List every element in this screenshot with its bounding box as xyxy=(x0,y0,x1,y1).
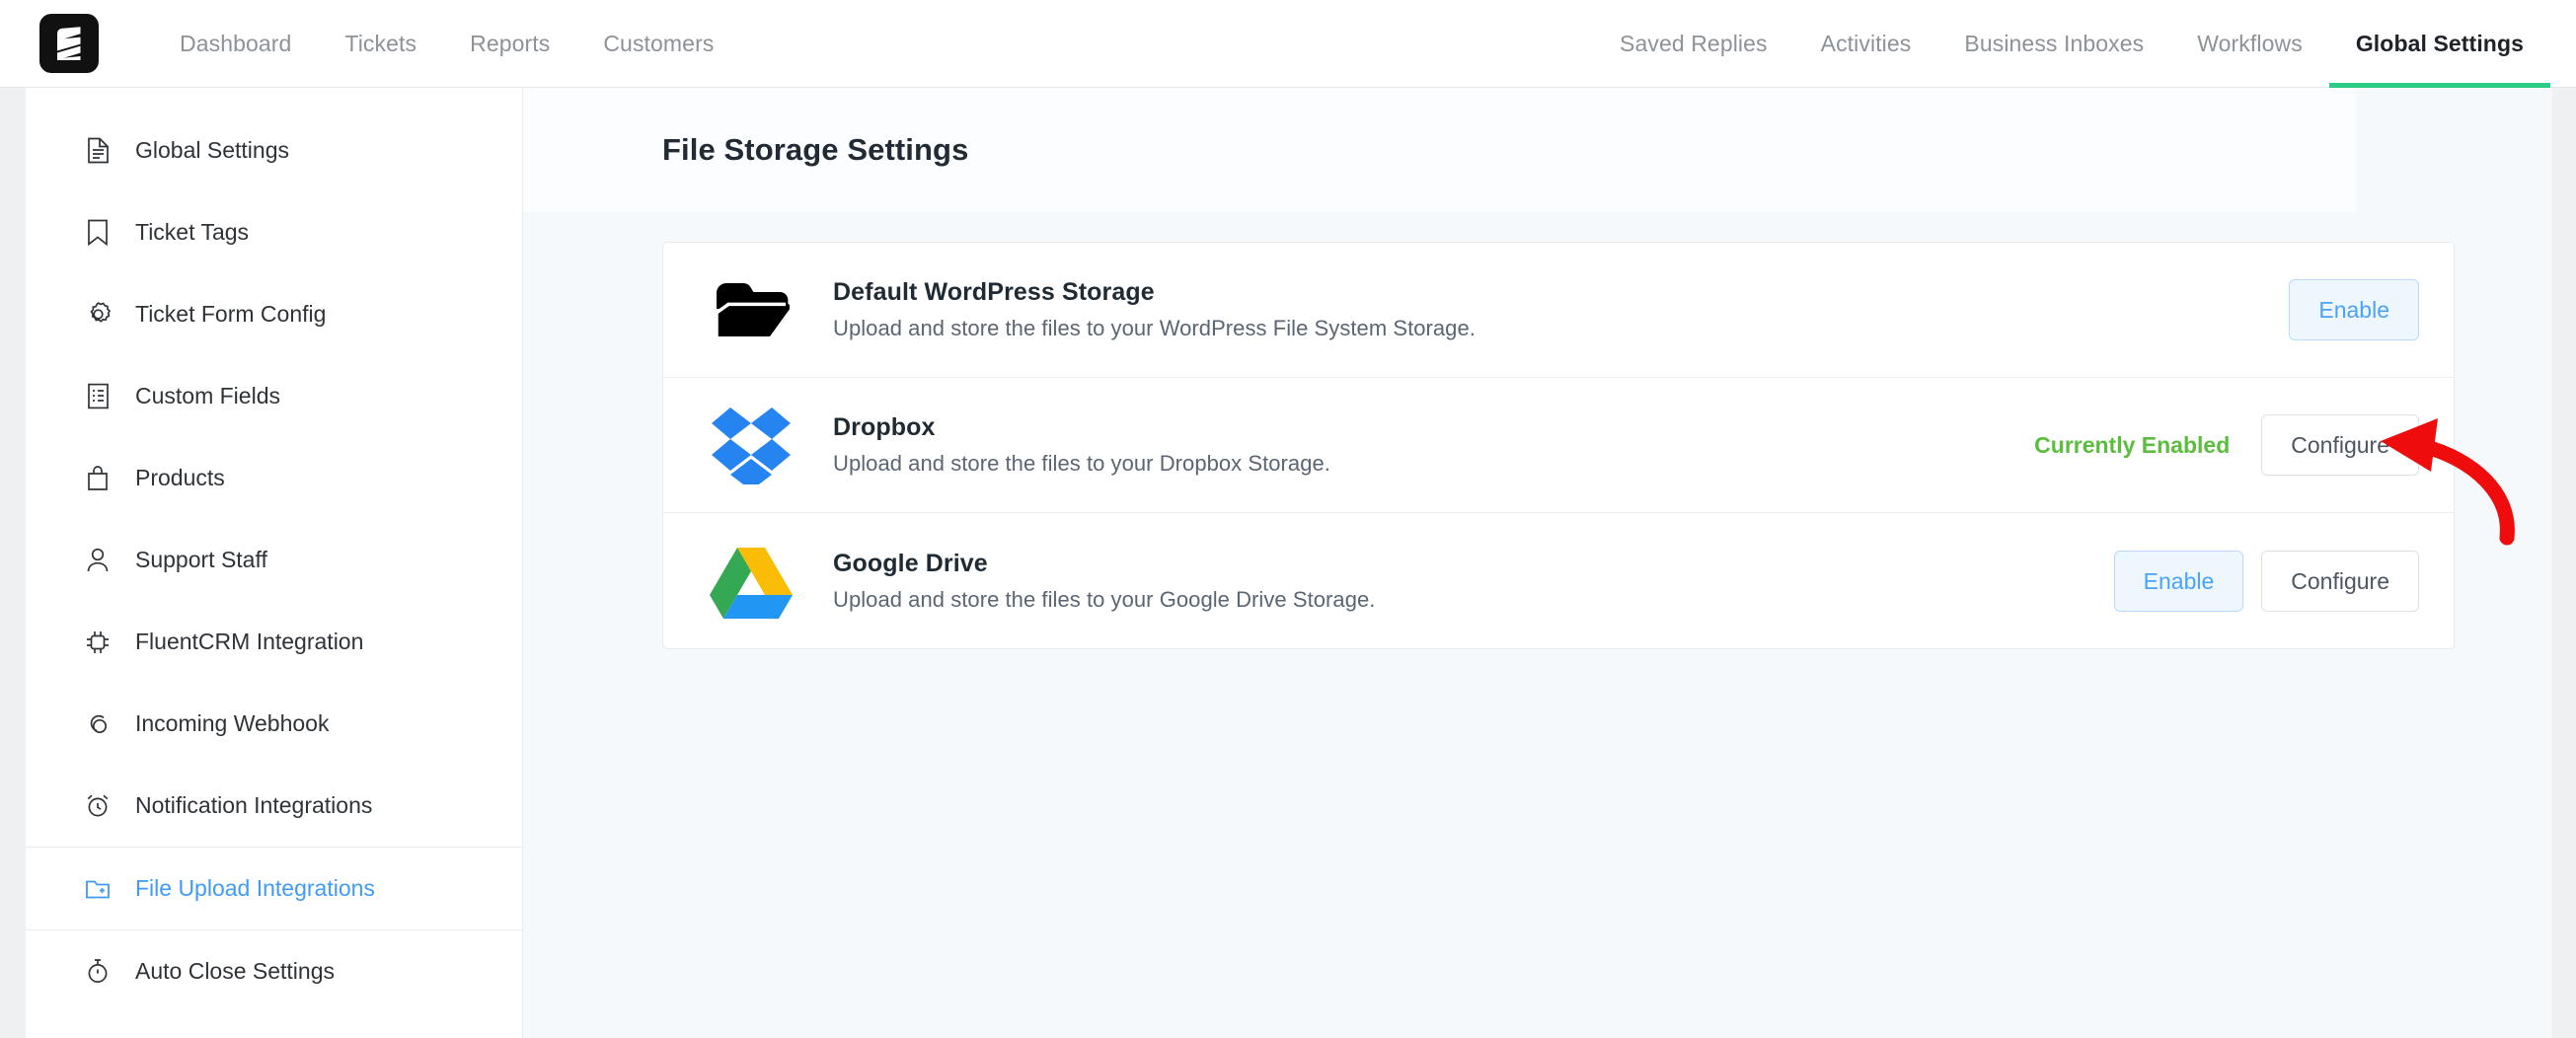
sidebar-item-incoming-webhook[interactable]: Incoming Webhook xyxy=(26,683,522,765)
folder-plus-icon xyxy=(82,874,114,904)
sidebar-item-global-settings[interactable]: Global Settings xyxy=(26,110,522,191)
nav-item-workflows[interactable]: Workflows xyxy=(2170,0,2329,88)
configure-button[interactable]: Configure xyxy=(2261,550,2419,612)
storage-row-text: Google Drive Upload and store the files … xyxy=(833,550,2114,613)
storage-row-actions: Currently Enabled Configure xyxy=(2034,414,2419,476)
sidebar-item-label: File Upload Integrations xyxy=(135,875,375,901)
configure-button[interactable]: Configure xyxy=(2261,414,2419,476)
storage-title: Dropbox xyxy=(833,413,936,441)
fluent-support-logo-icon[interactable] xyxy=(39,14,99,73)
storage-row-text: Dropbox Upload and store the files to yo… xyxy=(833,413,2034,477)
sidebar-item-ticket-form-config[interactable]: Ticket Form Config xyxy=(26,273,522,355)
storage-row-actions: Enable Configure xyxy=(2113,550,2419,612)
nav-item-business-inboxes[interactable]: Business Inboxes xyxy=(1937,0,2170,88)
page-title: File Storage Settings xyxy=(662,132,969,167)
storage-row-default-wordpress: Default WordPress Storage Upload and sto… xyxy=(663,243,2454,378)
top-navigation-bar: Dashboard Tickets Reports Customers Save… xyxy=(0,0,2576,88)
nav-item-activities[interactable]: Activities xyxy=(1794,0,1938,88)
storage-title: Google Drive xyxy=(833,549,988,577)
black-folder-icon xyxy=(707,265,796,354)
sidebar-item-label: Incoming Webhook xyxy=(135,710,330,736)
webhook-icon xyxy=(82,709,114,739)
enable-button[interactable]: Enable xyxy=(2113,550,2244,612)
list-document-icon xyxy=(82,382,114,411)
main-content: File Storage Settings Default WordPress … xyxy=(523,88,2552,1038)
shopping-bag-icon xyxy=(82,464,114,493)
nav-item-global-settings[interactable]: Global Settings xyxy=(2328,0,2551,88)
storage-description: Upload and store the files to your Dropb… xyxy=(833,451,1330,476)
sidebar-item-label: Auto Close Settings xyxy=(135,958,336,984)
storage-title: Default WordPress Storage xyxy=(833,278,1155,306)
alarm-clock-icon xyxy=(82,791,114,821)
sidebar-item-notification-integrations[interactable]: Notification Integrations xyxy=(26,765,522,847)
page-title-banner: File Storage Settings xyxy=(523,88,2356,212)
sidebar-item-label: Global Settings xyxy=(135,137,289,163)
sidebar-item-fluentcrm-integration[interactable]: FluentCRM Integration xyxy=(26,601,522,683)
stopwatch-icon xyxy=(82,957,114,987)
nav-item-tickets[interactable]: Tickets xyxy=(318,0,443,88)
storage-row-actions: Enable xyxy=(2289,279,2419,340)
storage-provider-list: Default WordPress Storage Upload and sto… xyxy=(662,242,2455,649)
enable-button[interactable]: Enable xyxy=(2289,279,2419,340)
sidebar-item-label: Products xyxy=(135,465,225,490)
storage-description: Upload and store the files to your Googl… xyxy=(833,586,1376,612)
sidebar-item-label: Notification Integrations xyxy=(135,792,373,818)
sidebar-item-support-staff[interactable]: Support Staff xyxy=(26,519,522,601)
sidebar-item-file-upload-integrations[interactable]: File Upload Integrations xyxy=(26,847,522,930)
status-badge-currently-enabled: Currently Enabled xyxy=(2034,431,2231,458)
google-drive-icon xyxy=(707,537,796,626)
storage-row-dropbox: Dropbox Upload and store the files to yo… xyxy=(663,378,2454,513)
sidebar-item-label: Custom Fields xyxy=(135,383,280,408)
sidebar-item-ticket-tags[interactable]: Ticket Tags xyxy=(26,191,522,273)
dropbox-icon xyxy=(707,401,796,489)
page-shell: Global Settings Ticket Tags Ticket Form … xyxy=(26,88,2552,1038)
bookmark-icon xyxy=(82,218,114,248)
settings-sidebar: Global Settings Ticket Tags Ticket Form … xyxy=(26,88,523,1038)
sidebar-item-label: FluentCRM Integration xyxy=(135,629,364,654)
storage-description: Upload and store the files to your WordP… xyxy=(833,316,1476,340)
nav-item-customers[interactable]: Customers xyxy=(576,0,740,88)
sidebar-item-custom-fields[interactable]: Custom Fields xyxy=(26,355,522,437)
nav-item-reports[interactable]: Reports xyxy=(443,0,576,88)
document-text-icon xyxy=(82,136,114,166)
gear-icon xyxy=(82,300,114,330)
sidebar-item-label: Ticket Tags xyxy=(135,219,250,245)
sidebar-item-label: Ticket Form Config xyxy=(135,301,327,327)
storage-row-text: Default WordPress Storage Upload and sto… xyxy=(833,278,2289,341)
user-icon xyxy=(82,546,114,575)
nav-item-dashboard[interactable]: Dashboard xyxy=(153,0,318,88)
chip-icon xyxy=(82,628,114,657)
primary-nav-left: Dashboard Tickets Reports Customers xyxy=(153,0,740,88)
nav-item-saved-replies[interactable]: Saved Replies xyxy=(1593,0,1794,88)
sidebar-item-products[interactable]: Products xyxy=(26,437,522,519)
sidebar-item-auto-close-settings[interactable]: Auto Close Settings xyxy=(26,930,522,1012)
sidebar-item-label: Support Staff xyxy=(135,547,267,572)
primary-nav-right: Saved Replies Activities Business Inboxe… xyxy=(1593,0,2551,88)
storage-row-google-drive: Google Drive Upload and store the files … xyxy=(663,513,2454,648)
